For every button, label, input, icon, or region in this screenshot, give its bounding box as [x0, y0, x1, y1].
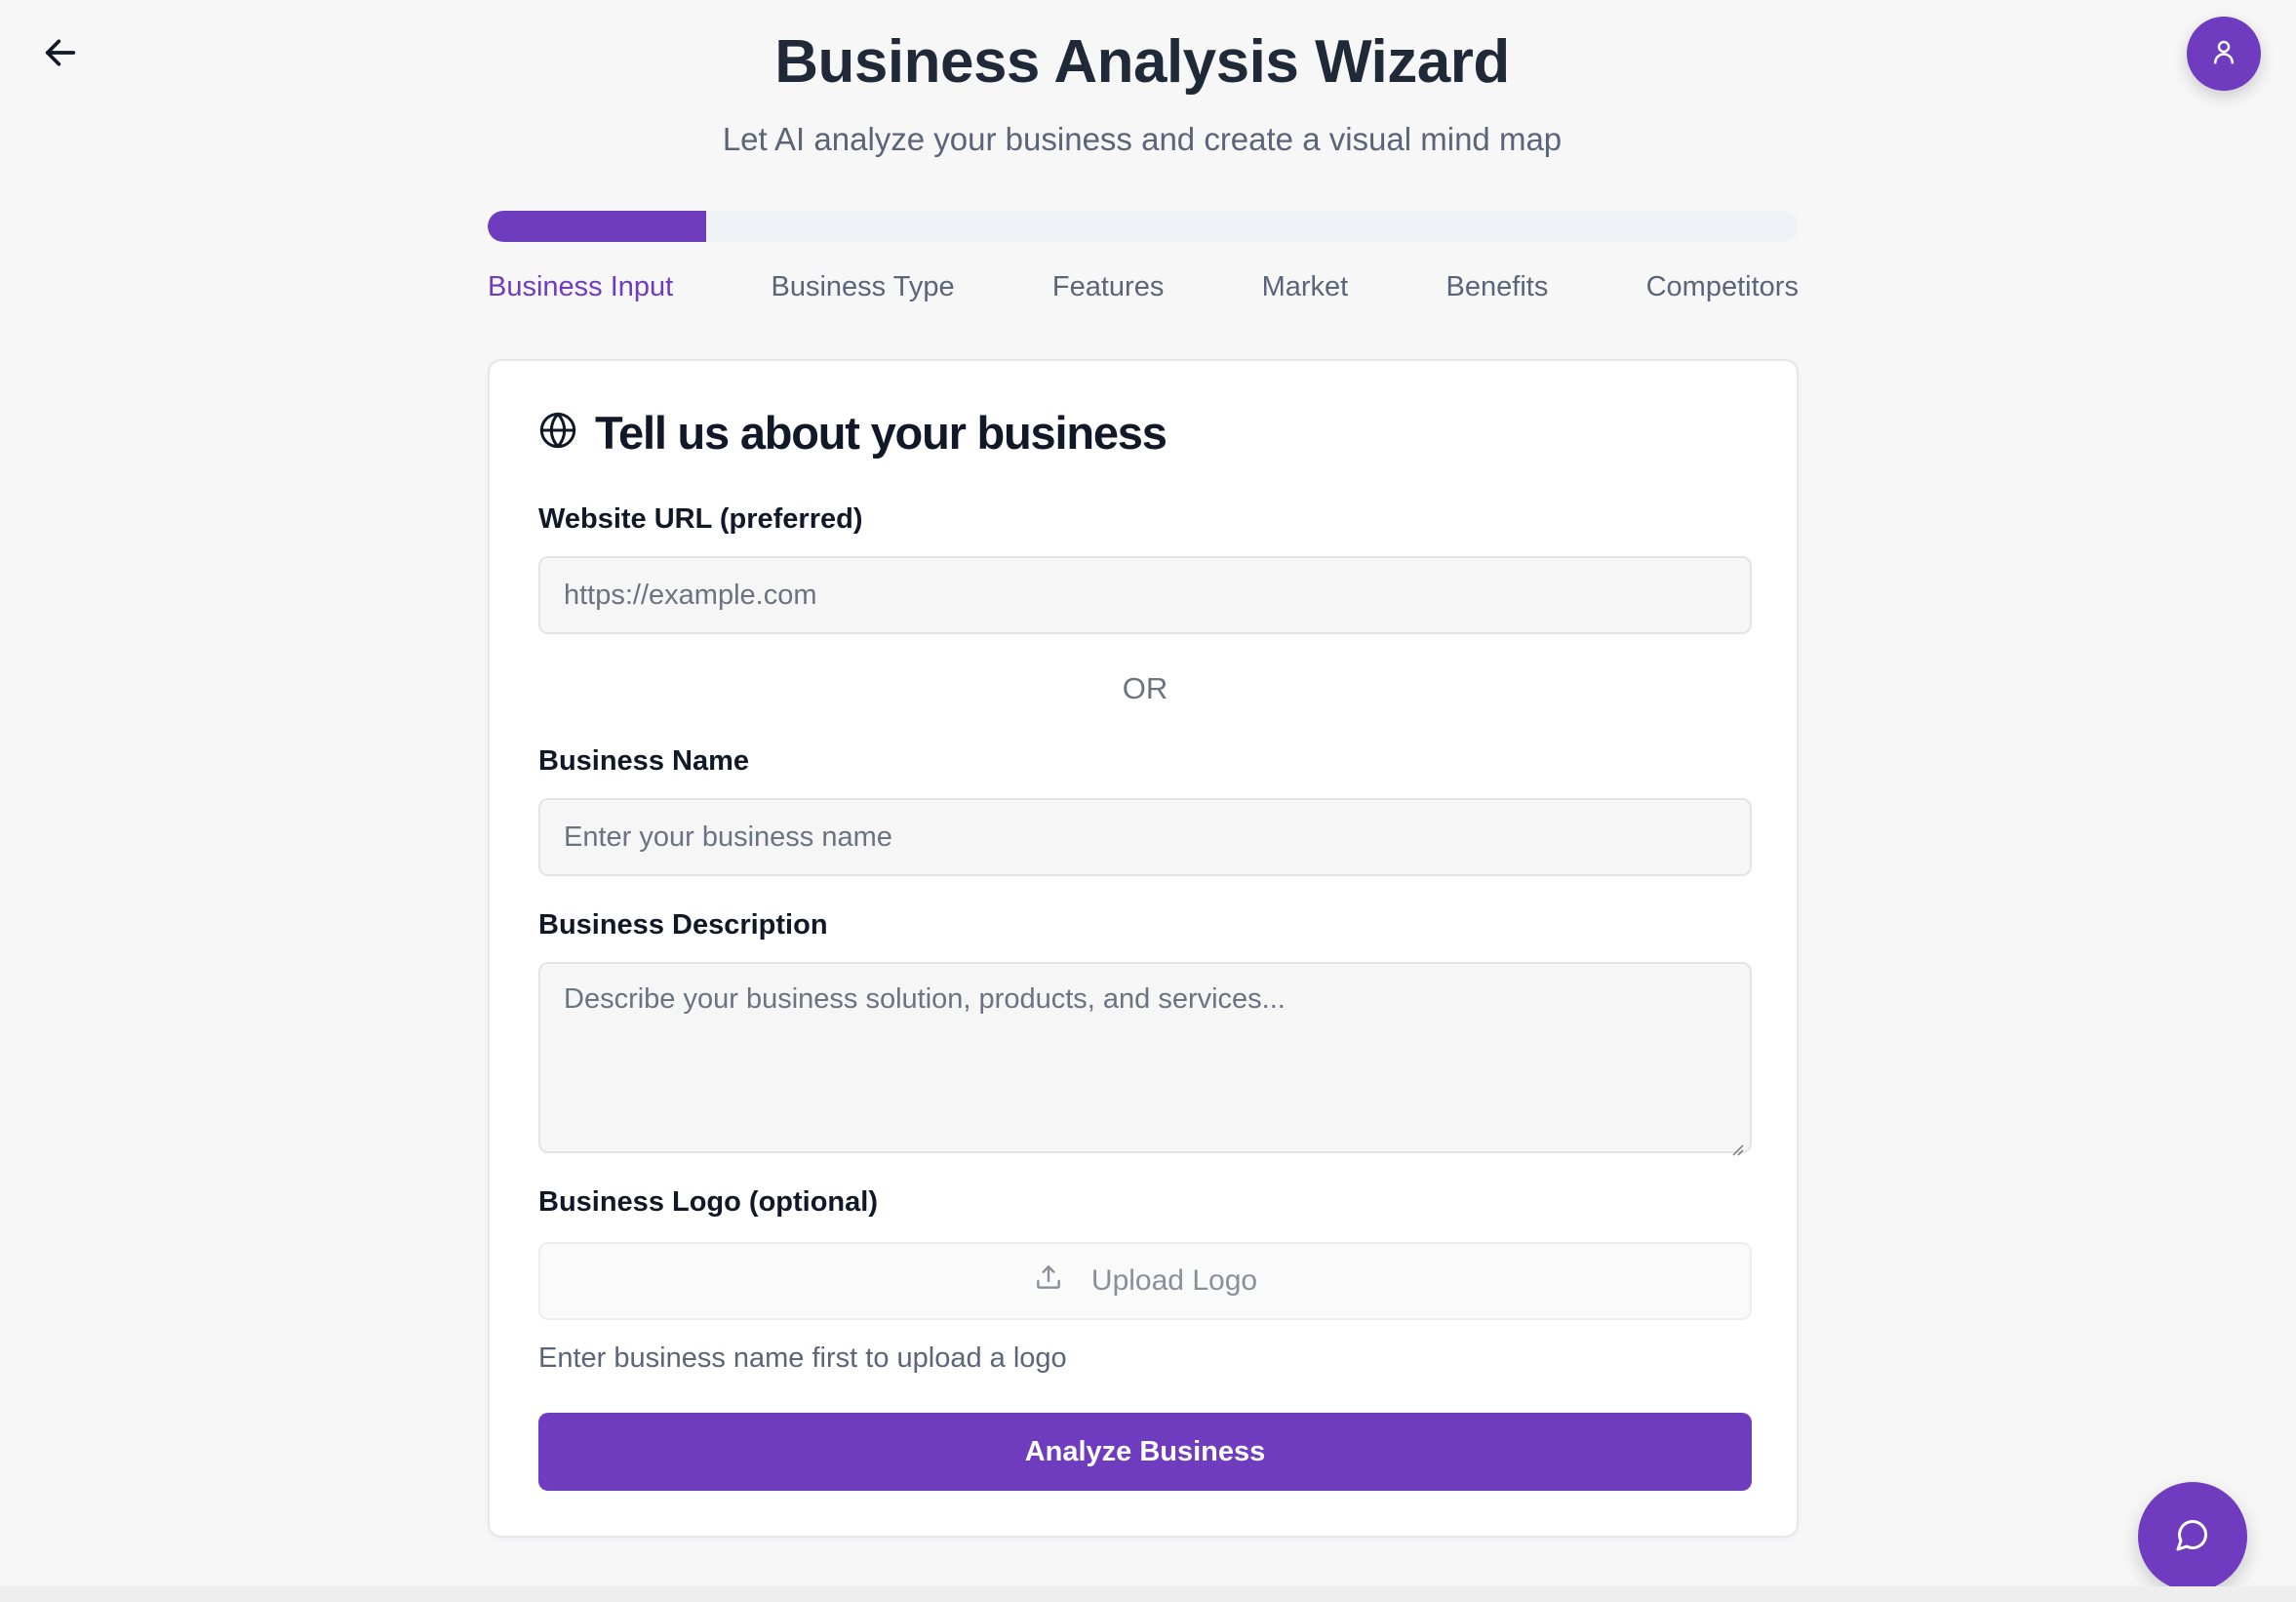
- website-url-placeholder: https://example.com: [564, 579, 817, 611]
- wizard-progress-fill: [488, 211, 707, 242]
- business-name-input[interactable]: Enter your business name: [538, 798, 1752, 876]
- page-bottom-band: [0, 1586, 2296, 1602]
- business-logo-label: Business Logo (optional): [538, 1186, 878, 1218]
- logo-helper-text: Enter business name first to upload a lo…: [538, 1342, 1067, 1374]
- business-description-textarea[interactable]: Describe your business solution, product…: [538, 962, 1752, 1156]
- or-divider: OR: [1122, 671, 1168, 705]
- upload-logo-label: Upload Logo: [1090, 1264, 1258, 1297]
- card-heading: Tell us about your business: [538, 406, 1168, 460]
- globe-icon: [538, 411, 577, 455]
- website-url-label: Website URL (preferred): [538, 503, 863, 535]
- business-description-placeholder: Describe your business solution, product…: [564, 983, 1286, 1015]
- website-url-input[interactable]: https://example.com: [538, 556, 1752, 634]
- upload-icon: [1033, 1262, 1064, 1301]
- step-benefits[interactable]: Benefits: [1446, 271, 1549, 303]
- page-subtitle: Let AI analyze your business and create …: [722, 121, 1563, 157]
- business-name-placeholder: Enter your business name: [564, 821, 892, 853]
- business-input-card: Tell us about your business Website URL …: [488, 359, 1799, 1538]
- step-business-input[interactable]: Business Input: [488, 271, 673, 303]
- business-description-label: Business Description: [538, 909, 828, 941]
- upload-logo-button[interactable]: Upload Logo: [538, 1242, 1752, 1320]
- step-business-type[interactable]: Business Type: [772, 271, 955, 303]
- chat-button[interactable]: [2138, 1482, 2247, 1591]
- wizard-progress-bar: [488, 211, 1799, 242]
- analyze-business-button[interactable]: Analyze Business: [538, 1413, 1752, 1491]
- step-features[interactable]: Features: [1052, 271, 1164, 303]
- wizard-steps: Business Input Business Type Features Ma…: [488, 271, 1799, 303]
- card-heading-text: Tell us about your business: [595, 407, 1168, 459]
- page-title: Business Analysis Wizard: [774, 28, 1510, 96]
- business-name-label: Business Name: [538, 745, 749, 777]
- resize-handle-icon[interactable]: [1730, 1132, 1744, 1156]
- step-competitors[interactable]: Competitors: [1646, 271, 1799, 303]
- message-circle-icon: [2175, 1517, 2210, 1557]
- step-market[interactable]: Market: [1262, 271, 1349, 303]
